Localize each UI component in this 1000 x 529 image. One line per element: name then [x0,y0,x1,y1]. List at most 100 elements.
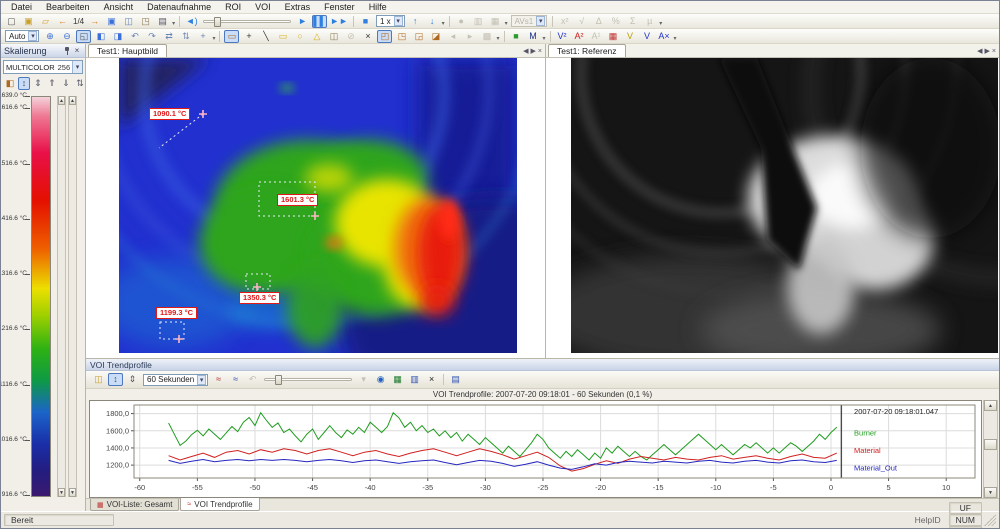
thermal-image[interactable] [119,58,517,353]
next-view-icon[interactable]: ▶ [531,47,536,55]
op-mean-button[interactable]: µ [642,15,657,28]
scale-min-slider[interactable]: ▲ ▼ [68,96,77,497]
scale-up-button[interactable]: ⇑ [46,77,58,90]
menu-datei[interactable]: Datei [4,2,39,12]
overflow-play-icon[interactable]: ▾ [442,20,445,28]
rotate-right-button[interactable]: ↷ [144,30,159,43]
pan-button[interactable]: + [195,30,210,43]
roi-next-button[interactable]: ▸ [462,30,477,43]
avs-combo[interactable]: AVs1▾ [511,15,548,27]
spin-up-icon[interactable]: ▲ [58,96,65,105]
voi-grid-button[interactable]: ▦ [606,30,621,43]
delete-button[interactable]: × [424,373,439,386]
matrix-button[interactable]: M [526,30,541,43]
bottom-tab-voi-trendprofile[interactable]: ≈VOI Trendprofile [180,498,259,511]
overflow-view-icon[interactable]: ▾ [212,35,215,43]
thermal-image-area[interactable]: 1090.1 °C1601.3 °C1350.3 °C1199.3 °C [86,58,545,358]
bottom-tab-voi-liste-gesamt[interactable]: ▦VOI-Liste: Gesamt [90,499,179,511]
fast-forward-button[interactable]: ►► [329,15,349,28]
autoscale-button[interactable]: ↕ [108,373,123,386]
spin-up-icon[interactable]: ▲ [69,96,76,105]
marker-button[interactable]: ▾ [356,373,371,386]
tab-hauptbild[interactable]: Test1: Hauptbild [88,44,167,57]
position-slider[interactable] [203,17,291,26]
next-view-icon[interactable]: ▶ [985,47,990,55]
fit-window-button[interactable]: ◱ [76,30,91,43]
menu-fenster[interactable]: Fenster [317,2,362,12]
new-file-button[interactable]: ▢ [4,15,19,28]
scale-palette-button[interactable]: ◧ [4,77,16,90]
voi-area1-button[interactable]: A¹ [589,30,604,43]
prev-image-button[interactable]: ← [55,15,70,28]
scroll-up-icon[interactable]: ▲ [984,400,997,411]
prev-view-icon[interactable]: ◀ [523,47,528,55]
voi-value-button[interactable]: V² [555,30,570,43]
roi-copy-button[interactable]: ◫ [326,30,341,43]
export-excel-button[interactable]: ▦ [390,373,405,386]
resize-grip[interactable] [984,514,996,526]
tab-referenz[interactable]: Test1: Referenz [548,44,626,57]
sequence-button[interactable]: ▦ [488,15,503,28]
roi-out-button[interactable]: ◳ [394,30,409,43]
roi-in-button[interactable]: ◰ [377,30,392,43]
reference-image[interactable] [571,58,998,353]
stop-button[interactable]: ■ [358,15,373,28]
scroll-down-icon[interactable]: ▼ [984,487,997,498]
new-report-button[interactable]: ▣ [21,15,36,28]
speed-combo[interactable]: 1 x▾ [376,15,405,27]
show-values-button[interactable]: ◉ [373,373,388,386]
close-icon[interactable]: × [72,46,82,56]
prev-view-icon[interactable]: ◀ [977,47,982,55]
roi-select-button[interactable]: ▭ [224,30,239,43]
op-sqrt-button[interactable]: √ [574,15,589,28]
step-up-button[interactable]: ↑ [408,15,423,28]
menu-voi[interactable]: VOI [248,2,278,12]
scale-down-button[interactable]: ⇓ [60,77,72,90]
copy-chart-button[interactable]: ◫ [91,373,106,386]
zoom-combo[interactable]: Auto▾ [5,30,39,42]
scale-full-button[interactable]: ⇅ [74,77,86,90]
roi-rect-button[interactable]: ▭ [275,30,290,43]
roi-line-button[interactable]: ╲ [258,30,273,43]
op-percent-button[interactable]: % [608,15,623,28]
voi-ax-button[interactable]: A× [657,30,672,43]
undo-button[interactable]: ↶ [245,373,260,386]
trend-chart[interactable]: -60-55-50-45-40-35-30-25-20-15-10-505101… [89,400,982,498]
roi-delete-button[interactable]: × [360,30,375,43]
overflow-file-icon[interactable]: ▾ [172,20,175,28]
overflow-voi-icon[interactable]: ▾ [674,35,677,43]
close-view-icon[interactable]: × [538,48,542,55]
save-button[interactable]: ▣ [104,15,119,28]
roi-all-button[interactable]: ▩ [479,30,494,43]
menu-hilfe[interactable]: Hilfe [362,2,394,12]
print-chart-button[interactable]: ▤ [448,373,463,386]
next-image-button[interactable]: → [87,15,102,28]
image-2-button[interactable]: ◨ [110,30,125,43]
roi-lock-button[interactable]: ◪ [428,30,443,43]
flip-h-button[interactable]: ⇄ [161,30,176,43]
menu-extras[interactable]: Extras [278,2,318,12]
menu-datenaufnahme[interactable]: Datenaufnahme [140,2,218,12]
chart-table-button[interactable]: ▥ [407,373,422,386]
menu-ansicht[interactable]: Ansicht [97,2,141,12]
roi-move-button[interactable]: ◲ [411,30,426,43]
voi-v1-button[interactable]: V [623,30,638,43]
op-square-button[interactable]: x² [557,15,572,28]
roi-ellipse-button[interactable]: ○ [292,30,307,43]
color-scale-bar[interactable] [31,96,51,497]
voi-v2-button[interactable]: V [640,30,655,43]
trend-chart-svg[interactable]: -60-55-50-45-40-35-30-25-20-15-10-505101… [90,401,981,494]
open-file-button[interactable]: ▱ [38,15,53,28]
export-button[interactable]: ◳ [138,15,153,28]
reference-image-area[interactable] [546,58,999,358]
overflow-roi-icon[interactable]: ▾ [496,35,499,43]
scale-manual-button[interactable]: ⇕ [32,77,44,90]
spin-down-icon[interactable]: ▼ [58,488,65,497]
profile-edit-button[interactable]: ≈ [228,373,243,386]
roi-point-button[interactable]: + [241,30,256,43]
snapshot-button[interactable]: ▥ [471,15,486,28]
scale-auto-button[interactable]: ↕ [18,77,30,90]
step-down-button[interactable]: ↓ [425,15,440,28]
profile-config-button[interactable]: ≈ [211,373,226,386]
flip-v-button[interactable]: ⇅ [178,30,193,43]
